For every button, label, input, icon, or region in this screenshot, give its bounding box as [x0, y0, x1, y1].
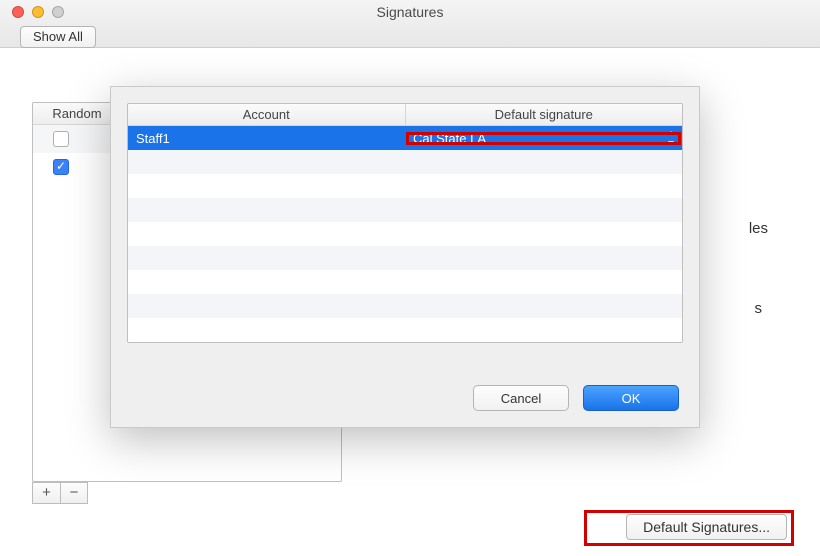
table-row	[128, 174, 682, 198]
cancel-button[interactable]: Cancel	[473, 385, 569, 411]
table-row	[128, 270, 682, 294]
table-row	[128, 318, 682, 342]
column-account[interactable]: Account	[128, 104, 406, 125]
account-cell: Staff1	[128, 131, 405, 146]
default-signature-value: Cal State LA	[413, 131, 486, 146]
table-header: Account Default signature	[128, 104, 682, 126]
obscured-text: les	[749, 220, 768, 237]
default-signatures-button[interactable]: Default Signatures...	[626, 514, 787, 540]
default-signature-cell[interactable]: Cal State LA	[405, 131, 682, 146]
ok-button[interactable]: OK	[583, 385, 679, 411]
table-row	[128, 150, 682, 174]
checkbox-checked-icon[interactable]	[53, 159, 69, 175]
column-default-signature[interactable]: Default signature	[406, 104, 683, 125]
table-row	[128, 198, 682, 222]
table-row	[128, 246, 682, 270]
titlebar: Signatures Show All	[0, 0, 820, 48]
checkbox-icon[interactable]	[53, 131, 69, 147]
accounts-table: Account Default signature Staff1 Cal Sta…	[127, 103, 683, 343]
add-remove-controls: + −	[32, 482, 88, 504]
column-random[interactable]: Random	[33, 106, 121, 121]
show-all-button[interactable]: Show All	[20, 26, 96, 48]
window-title: Signatures	[0, 4, 820, 20]
table-row[interactable]: Staff1 Cal State LA	[128, 126, 682, 150]
table-row	[128, 294, 682, 318]
dialog-buttons: Cancel OK	[473, 385, 679, 411]
remove-button[interactable]: −	[60, 482, 88, 504]
popup-arrows-icon[interactable]	[666, 131, 676, 145]
add-button[interactable]: +	[32, 482, 60, 504]
default-signatures-dialog: Account Default signature Staff1 Cal Sta…	[110, 86, 700, 428]
table-row	[128, 222, 682, 246]
obscured-text: s	[755, 300, 763, 317]
table-body: Staff1 Cal State LA	[128, 126, 682, 342]
